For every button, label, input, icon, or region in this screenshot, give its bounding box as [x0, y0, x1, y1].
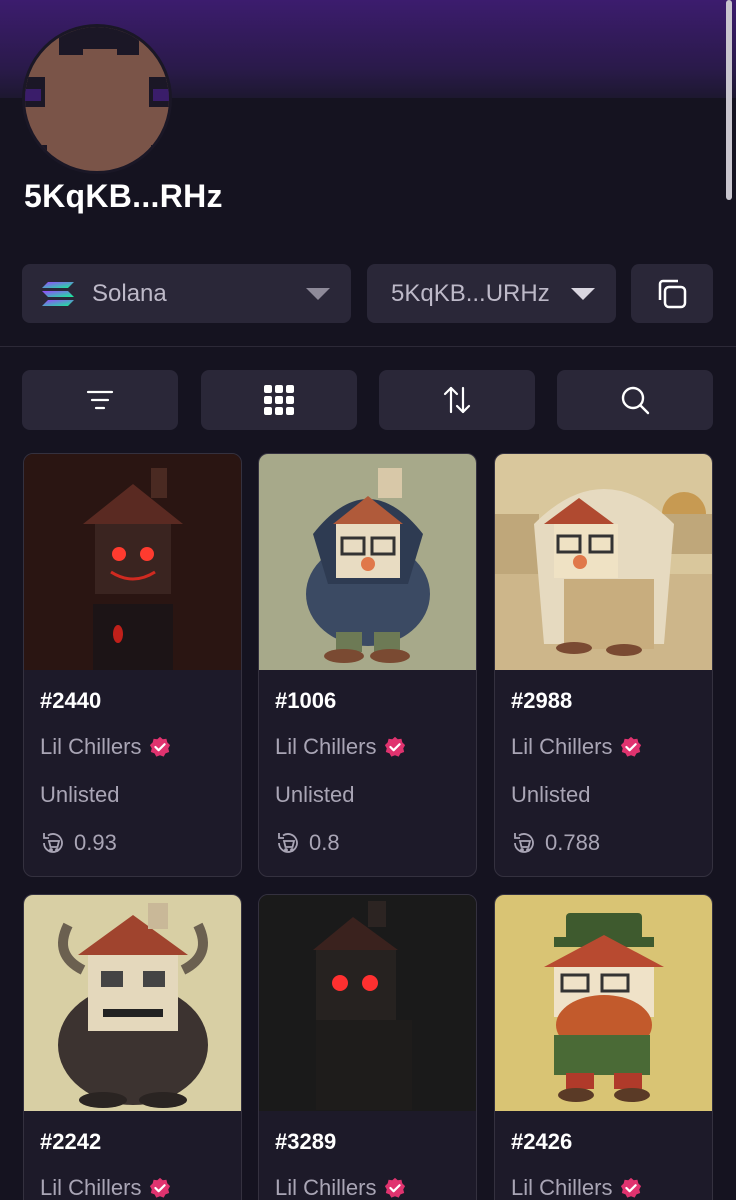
collection-name: Lil Chillers: [275, 734, 377, 759]
nft-title: #2242: [40, 1129, 102, 1154]
floor-price: 0.93: [40, 830, 117, 856]
verified-badge-icon: [385, 736, 406, 757]
grid-view-icon: [264, 385, 294, 415]
collection-name: Lil Chillers: [40, 734, 142, 759]
floor-price: 0.788: [511, 830, 600, 856]
nft-title: #2440: [40, 688, 102, 713]
chevron-down-icon: [306, 288, 330, 300]
price-value: 0.788: [545, 830, 601, 855]
nft-card[interactable]: #2426 Lil Chillers: [494, 894, 713, 1200]
avatar: [22, 24, 172, 174]
verified-badge-icon: [621, 1177, 642, 1198]
verified-badge-icon: [385, 1177, 406, 1198]
floor-price: 0.8: [275, 830, 340, 856]
nft-card[interactable]: #1006 Lil Chillers Unlisted 0.8: [258, 453, 477, 877]
verified-badge-icon: [150, 1177, 171, 1198]
divider: [0, 346, 736, 347]
solana-logo-icon: [42, 282, 74, 306]
nft-image: [495, 895, 712, 1111]
nft-card[interactable]: #3289 Lil Chillers: [258, 894, 477, 1200]
nft-title: #2426: [511, 1129, 573, 1154]
nft-collection: Lil Chillers: [40, 734, 171, 760]
nft-card[interactable]: #2440 Lil Chillers Unlisted 0.93: [23, 453, 242, 877]
nft-image: [259, 454, 476, 670]
network-select[interactable]: Solana: [22, 264, 351, 323]
filter-icon: [86, 390, 114, 410]
price-cart-icon: [43, 833, 63, 853]
nft-title: #3289: [275, 1129, 337, 1154]
listing-status: Unlisted: [511, 782, 591, 807]
wallet-select-value: 5KqKB...URHz: [391, 279, 550, 307]
price-cart-icon: [278, 833, 298, 853]
nft-collection: Lil Chillers: [275, 734, 406, 760]
nft-title: #1006: [275, 688, 337, 713]
listing-status: Unlisted: [275, 782, 355, 807]
nft-title: #2988: [511, 688, 573, 713]
nft-image: [24, 454, 241, 670]
nft-image: [495, 454, 712, 670]
collection-name: Lil Chillers: [40, 1175, 142, 1200]
price-cart-icon: [514, 833, 534, 853]
username: 5KqKB...RHz: [24, 178, 223, 214]
verified-badge-icon: [621, 736, 642, 757]
search-button[interactable]: [557, 370, 713, 430]
nft-card[interactable]: #2242 Lil Chillers: [23, 894, 242, 1200]
network-select-value: Solana: [92, 279, 167, 307]
grid-view-button[interactable]: [201, 370, 357, 430]
listing-status: Unlisted: [40, 782, 120, 807]
sort-button[interactable]: [379, 370, 535, 430]
filter-button[interactable]: [22, 370, 178, 430]
scrollbar[interactable]: [726, 0, 732, 200]
nft-image: [259, 895, 476, 1111]
collection-name: Lil Chillers: [275, 1175, 377, 1200]
collection-name: Lil Chillers: [511, 734, 613, 759]
nft-collection: Lil Chillers: [275, 1175, 406, 1200]
nft-card[interactable]: #2988 Lil Chillers Unlisted 0.788: [494, 453, 713, 877]
nft-collection: Lil Chillers: [511, 1175, 642, 1200]
copy-icon: [658, 279, 687, 308]
search-icon: [621, 386, 650, 415]
collection-name: Lil Chillers: [511, 1175, 613, 1200]
nft-image: [24, 895, 241, 1111]
nft-collection: Lil Chillers: [40, 1175, 171, 1200]
chevron-down-icon: [571, 288, 595, 300]
wallet-select[interactable]: 5KqKB...URHz: [367, 264, 616, 323]
verified-badge-icon: [150, 736, 171, 757]
price-value: 0.8: [309, 830, 340, 855]
copy-address-button[interactable]: [631, 264, 713, 323]
price-value: 0.93: [74, 830, 117, 855]
sort-icon: [443, 386, 471, 414]
nft-collection: Lil Chillers: [511, 734, 642, 760]
